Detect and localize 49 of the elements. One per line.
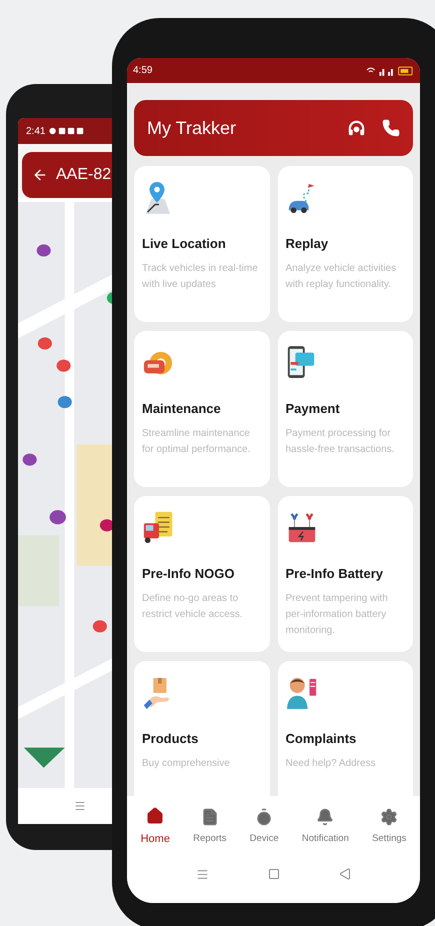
nav-tab[interactable]: Device — [250, 808, 279, 846]
card-title: Pre-Info NOGO — [142, 565, 236, 583]
status-time: 2:41 — [26, 124, 46, 138]
menu-icon[interactable] — [74, 800, 86, 812]
card-description: Track vehicles in real-time with live updates — [142, 262, 259, 292]
feature-card[interactable]: Payment Payment processing for hassle-free transactions. — [278, 331, 413, 487]
status-time: 4:59 — [133, 64, 152, 78]
nav-tab[interactable]: Reports — [193, 808, 226, 846]
feature-card[interactable]: Pre-Info Battery Prevent tampering with per-information battery monitoring. — [278, 496, 413, 652]
card-description: Need help? Address — [286, 756, 377, 770]
feature-card[interactable]: Complaints Need help? Address — [278, 661, 413, 796]
feature-card[interactable]: Replay Analyze vehicle activities with replay functionality. — [278, 166, 413, 322]
card-title: Products — [142, 730, 200, 748]
card-title: Replay — [286, 235, 330, 253]
menu-icon[interactable] — [196, 868, 210, 881]
header-title: AAE-82 — [56, 165, 112, 185]
app-title: My Trakker — [147, 116, 236, 140]
feature-card[interactable]: Live Location Track vehicles in real-time with live updates — [134, 166, 270, 322]
card-title: Live Location — [142, 235, 227, 253]
card-description: Buy comprehensive — [142, 756, 231, 770]
phone-icon[interactable] — [382, 119, 400, 137]
support-person-icon — [286, 675, 318, 709]
stopwatch-icon — [255, 808, 274, 826]
card-description: Payment processing for hassle-free transactions. — [286, 426, 396, 456]
back-icon[interactable] — [338, 868, 351, 880]
card-title: Maintenance — [142, 400, 222, 418]
signal-battery-icons — [366, 66, 414, 76]
home-button-icon[interactable] — [268, 868, 280, 880]
card-title: Pre-Info Battery — [286, 565, 384, 583]
back-icon[interactable] — [32, 167, 48, 183]
settings-icon — [380, 808, 398, 826]
card-description: Define no-go areas to restrict vehicle access. — [142, 592, 244, 622]
document-icon — [200, 808, 219, 826]
bell-icon — [316, 808, 334, 826]
card-title: Payment — [286, 400, 341, 418]
feature-card[interactable]: Pre-Info NOGO Define no-go areas to restrict vehicle access. — [134, 496, 270, 652]
card-description: Streamline maintenance for optimal performance. — [142, 426, 252, 456]
card-description: Analyze vehicle activities with replay functionality. — [286, 262, 398, 292]
headset-icon[interactable] — [347, 118, 366, 138]
notification-icons — [49, 127, 86, 135]
phone-card-icon — [286, 345, 316, 379]
nav-tab[interactable]: Settings — [372, 808, 406, 846]
nav-tab[interactable]: Notification — [302, 808, 349, 846]
feature-card[interactable]: Products Buy comprehensive — [134, 661, 270, 796]
card-title: Complaints — [286, 730, 358, 748]
nav-tab[interactable]: Home — [140, 806, 170, 848]
feature-card[interactable]: Maintenance Streamline maintenance for optimal performance. — [134, 331, 270, 487]
card-description: Prevent tampering with per-information battery monitoring. — [286, 592, 389, 638]
home-icon — [146, 806, 164, 825]
